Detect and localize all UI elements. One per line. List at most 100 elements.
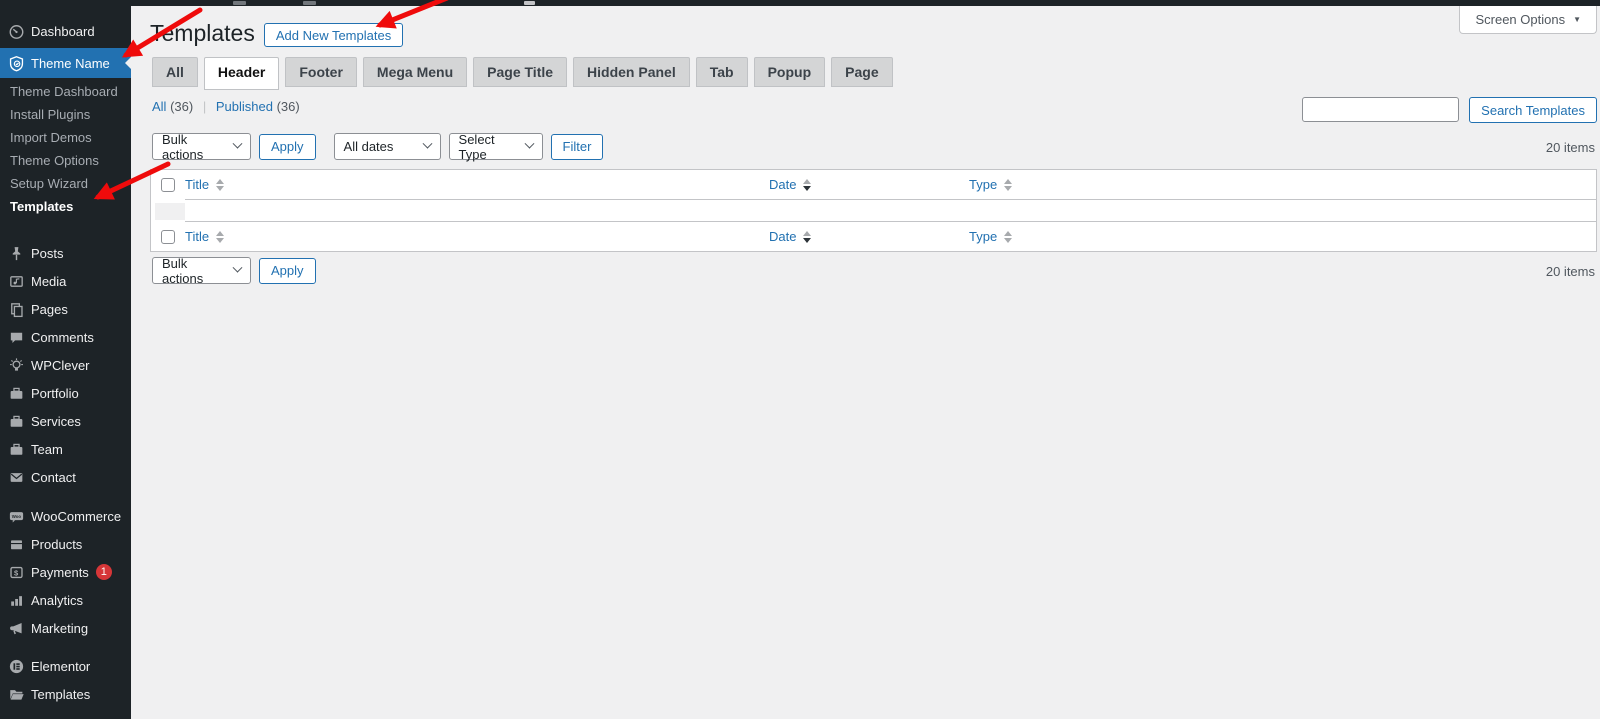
subitem-label: Theme Dashboard — [10, 84, 118, 99]
view-links: All (36) | Published (36) — [152, 99, 300, 114]
sidebar-item-theme-name[interactable]: Theme Name — [0, 48, 131, 78]
select-all-checkbox[interactable] — [161, 178, 175, 192]
chevron-down-icon — [233, 263, 243, 273]
sidebar-item-team[interactable]: Team — [0, 435, 131, 463]
sort-icon — [216, 231, 224, 243]
tab-hidden-panel[interactable]: Hidden Panel — [573, 57, 690, 87]
add-new-templates-button[interactable]: Add New Templates — [264, 23, 403, 47]
products-box-icon — [8, 536, 25, 553]
sidebar-item-woocommerce[interactable]: Woo WooCommerce — [0, 502, 131, 530]
column-type-sort[interactable]: Type — [969, 177, 1012, 192]
subitem-label: Import Demos — [10, 130, 92, 145]
dashboard-icon — [8, 23, 25, 40]
view-published-link[interactable]: Published — [216, 99, 273, 114]
chevron-down-icon — [233, 139, 243, 149]
tab-tab[interactable]: Tab — [696, 57, 748, 87]
bulk-actions-select-bottom[interactable]: Bulk actions — [152, 257, 251, 284]
wordpress-admin-screen: Dashboard Theme Name Theme Dashboard Ins… — [0, 0, 1600, 719]
column-type-sort[interactable]: Type — [969, 229, 1012, 244]
sort-icon — [1004, 179, 1012, 191]
sidebar-item-label: Comments — [31, 330, 94, 345]
admin-sidebar: Dashboard Theme Name Theme Dashboard Ins… — [0, 6, 131, 719]
column-date-sort[interactable]: Date — [769, 229, 811, 244]
table-footer-row: Title Date Type — [151, 222, 1596, 251]
sidebar-item-comments[interactable]: Comments — [0, 323, 131, 351]
subitem-label: Theme Options — [10, 153, 99, 168]
sidebar-item-templates[interactable]: Templates — [0, 680, 131, 708]
select-all-checkbox[interactable] — [161, 230, 175, 244]
chevron-down-icon: ▼ — [1573, 15, 1581, 24]
apply-button-bottom[interactable]: Apply — [259, 258, 316, 284]
bulk-actions-value: Bulk actions — [162, 256, 220, 286]
sidebar-item-payments[interactable]: $ Payments 1 — [0, 558, 131, 586]
sidebar-subitem-install-plugins[interactable]: Install Plugins — [0, 103, 131, 126]
sidebar-item-posts[interactable]: Posts — [0, 239, 131, 267]
analytics-bars-icon — [8, 592, 25, 609]
sidebar-item-label: Theme Name — [31, 56, 110, 71]
sidebar-item-marketing[interactable]: Marketing — [0, 614, 131, 642]
sidebar-item-label: Media — [31, 274, 66, 289]
column-label: Type — [969, 229, 997, 244]
sidebar-subitem-setup-wizard[interactable]: Setup Wizard — [0, 172, 131, 195]
column-title-sort[interactable]: Title — [185, 229, 224, 244]
sort-icon — [803, 231, 811, 243]
items-count: 20 items — [1546, 140, 1595, 155]
screen-options-button[interactable]: Screen Options ▼ — [1459, 6, 1597, 34]
search-templates-input[interactable] — [1302, 97, 1459, 122]
sidebar-item-elementor[interactable]: Elementor — [0, 652, 131, 680]
sidebar-subitem-theme-options[interactable]: Theme Options — [0, 149, 131, 172]
lightbulb-icon — [8, 357, 25, 374]
admin-bar-icon — [303, 1, 316, 5]
sidebar-item-pages[interactable]: Pages — [0, 295, 131, 323]
briefcase-icon — [8, 385, 25, 402]
envelope-icon — [8, 469, 25, 486]
select-type-select[interactable]: Select Type — [449, 133, 543, 160]
apply-button[interactable]: Apply — [259, 134, 316, 160]
sort-icon — [216, 179, 224, 191]
tab-footer[interactable]: Footer — [285, 57, 357, 87]
sidebar-item-dashboard[interactable]: Dashboard — [0, 16, 131, 46]
sidebar-item-wpclever[interactable]: WPClever — [0, 351, 131, 379]
sidebar-item-analytics[interactable]: Analytics — [0, 586, 131, 614]
tab-page-title[interactable]: Page Title — [473, 57, 567, 87]
sidebar-subitem-templates[interactable]: Templates — [0, 195, 131, 218]
tab-mega-menu[interactable]: Mega Menu — [363, 57, 467, 87]
sidebar-item-label: Payments — [31, 565, 89, 580]
all-dates-select[interactable]: All dates — [334, 133, 441, 160]
sidebar-group-builder: Elementor Templates — [0, 652, 131, 708]
sidebar-item-label: WPClever — [31, 358, 90, 373]
view-all-link[interactable]: All — [152, 99, 166, 114]
tab-all[interactable]: All — [152, 57, 198, 87]
marketing-megaphone-icon — [8, 620, 25, 637]
search-templates-button[interactable]: Search Templates — [1469, 97, 1597, 123]
column-title-sort[interactable]: Title — [185, 177, 224, 192]
sidebar-item-label: Marketing — [31, 621, 88, 636]
sidebar-item-label: Posts — [31, 246, 64, 261]
sidebar-item-portfolio[interactable]: Portfolio — [0, 379, 131, 407]
column-label: Title — [185, 177, 209, 192]
tab-page[interactable]: Page — [831, 57, 892, 87]
subitem-label: Templates — [10, 199, 73, 214]
column-date-sort[interactable]: Date — [769, 177, 811, 192]
sidebar-item-label: Templates — [31, 687, 90, 702]
sort-icon — [1004, 231, 1012, 243]
sidebar-item-contact[interactable]: Contact — [0, 463, 131, 491]
admin-bar — [0, 0, 1600, 6]
screen-options-label: Screen Options — [1475, 12, 1565, 27]
payments-badge: 1 — [96, 564, 112, 580]
sidebar-item-services[interactable]: Services — [0, 407, 131, 435]
tab-popup[interactable]: Popup — [754, 57, 826, 87]
payments-card-icon: $ — [8, 564, 25, 581]
briefcase-icon — [8, 441, 25, 458]
sidebar-item-products[interactable]: Products — [0, 530, 131, 558]
sidebar-item-media[interactable]: Media — [0, 267, 131, 295]
sidebar-subitem-theme-dashboard[interactable]: Theme Dashboard — [0, 80, 131, 103]
filter-button[interactable]: Filter — [551, 134, 604, 160]
tab-header[interactable]: Header — [204, 57, 279, 90]
theme-submenu: Theme Dashboard Install Plugins Import D… — [0, 78, 131, 226]
bulk-actions-select[interactable]: Bulk actions — [152, 133, 251, 160]
column-label: Type — [969, 177, 997, 192]
sidebar-subitem-import-demos[interactable]: Import Demos — [0, 126, 131, 149]
sidebar-item-label: Pages — [31, 302, 68, 317]
page-title: Templates — [150, 20, 255, 48]
